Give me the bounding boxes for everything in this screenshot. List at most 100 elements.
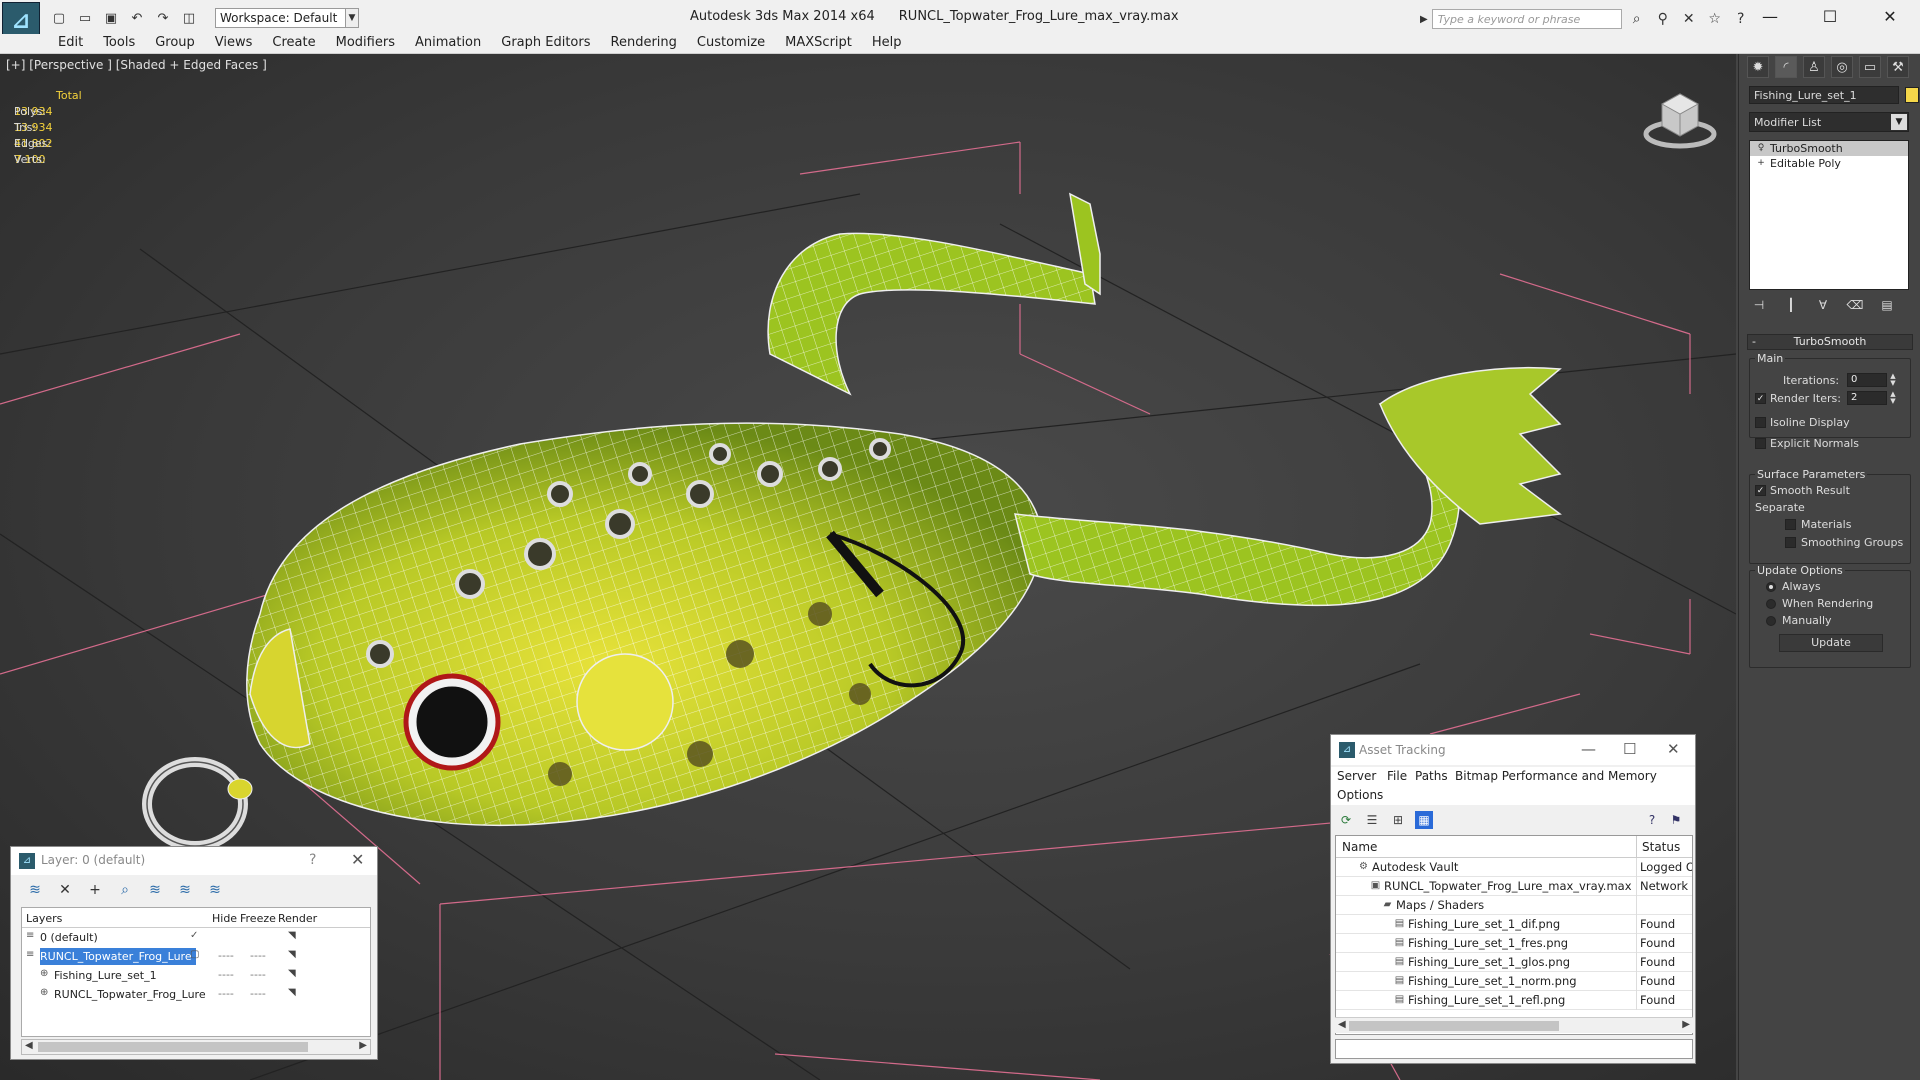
asset-row[interactable]: ▤ Fishing_Lure_set_1_refl.png Found [1336, 991, 1692, 1010]
stack-item-turbosmooth[interactable]: ♀ TurboSmooth [1750, 141, 1908, 156]
freeze-all-icon[interactable]: ≋ [205, 881, 225, 899]
menu-animation[interactable]: Animation [405, 34, 491, 52]
hold-icon[interactable]: ◫ [178, 8, 200, 28]
workspace-selector[interactable]: Workspace: Default [215, 8, 359, 28]
configure-sets-icon[interactable]: ▤ [1877, 296, 1897, 314]
tree-view-icon[interactable]: ⊞ [1389, 811, 1407, 829]
make-unique-icon[interactable]: ∀ [1813, 296, 1833, 314]
asset-row[interactable]: ▤ Fishing_Lure_set_1_norm.png Found [1336, 972, 1692, 991]
render-teapot-icon[interactable]: ◥ [288, 968, 296, 979]
maximize-icon[interactable]: ☐ [1800, 0, 1860, 32]
remove-modifier-icon[interactable]: ⌫ [1845, 296, 1865, 314]
highlight-selected-icon[interactable]: ≋ [145, 881, 165, 899]
when-rendering-radio[interactable] [1766, 599, 1776, 609]
open-file-icon[interactable]: ▭ [74, 8, 96, 28]
menu-server[interactable]: Server [1337, 769, 1376, 783]
workspace-dropdown-icon[interactable]: ▼ [345, 8, 359, 28]
viewport-label[interactable]: [+] [Perspective ] [Shaded + Edged Faces… [6, 58, 267, 72]
smoothing-groups-checkbox[interactable] [1785, 537, 1796, 548]
menu-maxscript[interactable]: MAXScript [775, 34, 862, 52]
scroll-left-icon[interactable]: ◀ [25, 1040, 33, 1051]
hide-all-icon[interactable]: ≋ [175, 881, 195, 899]
exchange-icon[interactable]: ✕ [1678, 9, 1700, 29]
render-iters-checkbox[interactable]: ✓ [1755, 393, 1766, 404]
update-button[interactable]: Update [1779, 634, 1883, 652]
explicit-normals-checkbox[interactable] [1755, 438, 1766, 449]
scroll-right-icon[interactable]: ▶ [359, 1040, 367, 1051]
col-freeze[interactable]: Freeze [240, 912, 276, 925]
menu-create[interactable]: Create [262, 34, 325, 52]
object-color-swatch[interactable] [1905, 87, 1919, 103]
scroll-right-icon[interactable]: ▶ [1682, 1019, 1690, 1030]
maximize-icon[interactable]: ☐ [1623, 740, 1636, 758]
col-render[interactable]: Render [278, 912, 317, 925]
viewcube-icon[interactable] [1640, 84, 1720, 154]
col-status[interactable]: Status [1642, 840, 1680, 854]
close-icon[interactable]: ✕ [351, 850, 364, 869]
undo-icon[interactable]: ↶ [126, 8, 148, 28]
layer-row[interactable]: ⊕ Fishing_Lure_set_1 ---- ---- ◥ [22, 966, 370, 985]
layer-horizontal-scrollbar[interactable]: ◀ ▶ [21, 1039, 371, 1055]
minimize-icon[interactable]: — [1740, 0, 1800, 32]
keyword-search-input[interactable]: Type a keyword or phrase [1431, 9, 1622, 29]
materials-checkbox[interactable] [1785, 519, 1796, 530]
menu-help[interactable]: Help [862, 34, 912, 52]
scroll-left-icon[interactable]: ◀ [1338, 1019, 1346, 1030]
motion-tab-icon[interactable]: ◎ [1831, 56, 1853, 78]
menu-views[interactable]: Views [205, 34, 263, 52]
pin-stack-icon[interactable]: ⊣ [1749, 296, 1769, 314]
render-teapot-icon[interactable]: ◥ [288, 930, 296, 941]
asset-row[interactable]: ▤ Fishing_Lure_set_1_fres.png Found [1336, 934, 1692, 953]
menu-rendering[interactable]: Rendering [601, 34, 687, 52]
menu-file[interactable]: File [1387, 769, 1407, 783]
hide-toggle[interactable]: ---- [218, 949, 234, 962]
active-layer-check-icon[interactable]: ✓ [190, 930, 198, 941]
freeze-toggle[interactable]: ---- [250, 949, 266, 962]
utilities-tab-icon[interactable]: ⚒ [1887, 56, 1909, 78]
iterations-spinner[interactable]: 0 [1847, 373, 1887, 387]
key-icon[interactable]: ⚲ [1652, 9, 1674, 29]
asset-row[interactable]: ▤ Fishing_Lure_set_1_glos.png Found [1336, 953, 1692, 972]
col-name[interactable]: Name [1342, 840, 1377, 854]
manually-radio[interactable] [1766, 616, 1776, 626]
layer-name[interactable]: RUNCL_Topwater_Frog_Lure [54, 986, 210, 1003]
asset-row[interactable]: ⚙ Autodesk Vault Logged O [1336, 858, 1692, 877]
expand-plus-icon[interactable]: + [1756, 158, 1766, 168]
smooth-result-checkbox[interactable]: ✓ [1755, 485, 1766, 496]
binoculars-icon[interactable]: ⌕ [1626, 9, 1648, 29]
col-layers[interactable]: Layers [26, 912, 62, 925]
menu-options[interactable]: Options [1337, 788, 1383, 802]
refresh-icon[interactable]: ⟳ [1337, 811, 1355, 829]
scroll-thumb[interactable] [38, 1042, 308, 1052]
menu-customize[interactable]: Customize [687, 34, 775, 52]
asset-row[interactable]: ▤ Fishing_Lure_set_1_dif.png Found [1336, 915, 1692, 934]
asset-row[interactable]: ▣ RUNCL_Topwater_Frog_Lure_max_vray.max Ne… [1336, 877, 1692, 896]
display-tab-icon[interactable]: ▭ [1859, 56, 1881, 78]
minimize-icon[interactable]: — [1581, 740, 1596, 758]
layer-window-titlebar[interactable]: ⊿ Layer: 0 (default) ? ✕ [11, 847, 377, 875]
show-end-result-icon[interactable]: ┃ [1781, 296, 1801, 314]
menu-paths[interactable]: Paths [1415, 769, 1448, 783]
menu-bitmap-performance[interactable]: Bitmap Performance and Memory [1455, 769, 1657, 783]
layer-name[interactable]: 0 (default) [40, 929, 102, 946]
create-tab-icon[interactable]: ✹ [1747, 56, 1769, 78]
redo-icon[interactable]: ↷ [152, 8, 174, 28]
delete-layer-icon[interactable]: ✕ [55, 881, 75, 899]
star-icon[interactable]: ☆ [1704, 9, 1726, 29]
help-icon[interactable]: ? [1643, 811, 1661, 829]
layer-name[interactable]: RUNCL_Topwater_Frog_Lure [40, 948, 196, 965]
layer-row[interactable]: ≡ 0 (default) ✓ ◥ [22, 928, 370, 947]
render-iters-spinner[interactable]: 2 [1847, 391, 1887, 405]
menu-group[interactable]: Group [145, 34, 205, 52]
expand-icon[interactable]: ▶ [1420, 14, 1428, 25]
add-to-layer-icon[interactable]: + [85, 881, 105, 899]
isoline-display-checkbox[interactable] [1755, 417, 1766, 428]
menu-edit[interactable]: Edit [48, 34, 93, 52]
freeze-toggle[interactable]: ---- [250, 968, 266, 981]
col-hide[interactable]: Hide [212, 912, 237, 925]
layer-name[interactable]: Fishing_Lure_set_1 [54, 967, 161, 984]
hierarchy-tab-icon[interactable]: ♙ [1803, 56, 1825, 78]
close-icon[interactable]: ✕ [1667, 740, 1680, 758]
create-layer-icon[interactable]: ≋ [25, 881, 45, 899]
layer-row[interactable]: ⊕ RUNCL_Topwater_Frog_Lure ---- ---- ◥ [22, 985, 370, 1004]
